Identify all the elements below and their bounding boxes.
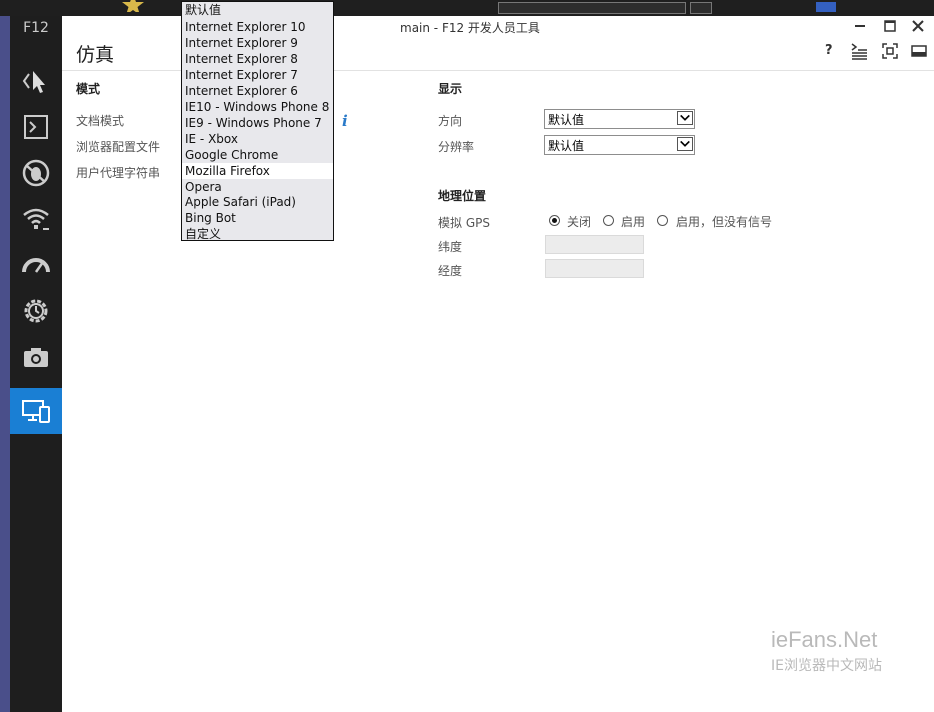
orientation-select[interactable]: 默认值 — [544, 109, 695, 129]
browser-profile-label: 浏览器配置文件 — [76, 140, 161, 154]
watermark-title: ieFans.Net — [771, 627, 878, 652]
gps-on-radio[interactable] — [603, 215, 614, 226]
gps-no-signal-label: 启用，但没有信号 — [676, 215, 773, 229]
cursor-icon — [22, 71, 45, 93]
mode-heading: 模式 — [76, 82, 101, 96]
tool-ui-responsiveness[interactable] — [10, 242, 62, 288]
ua-option-chrome[interactable]: Google Chrome — [182, 147, 333, 163]
gps-label: 模拟 GPS — [438, 216, 490, 230]
tool-console[interactable] — [10, 104, 62, 150]
user-agent-dropdown-list: 默认值 Internet Explorer 10 Internet Explor… — [181, 1, 334, 241]
watermark-subtitle: IE浏览器中文网站 — [771, 658, 882, 674]
maximize-icon[interactable] — [882, 18, 898, 34]
user-agent-label: 用户代理字符串 — [76, 166, 161, 180]
favorites-star-icon — [122, 0, 144, 12]
select-element-icon[interactable] — [881, 42, 899, 60]
f12-sidebar: F12 — [10, 16, 62, 712]
window-title: main - F12 开发人员工具 — [400, 21, 540, 35]
browser-top-strip — [0, 0, 934, 16]
gps-off-label: 关闭 — [567, 215, 592, 229]
gps-no-signal-radio[interactable] — [657, 215, 668, 226]
ua-option-ie7[interactable]: Internet Explorer 7 — [182, 67, 333, 83]
tool-network[interactable] — [10, 196, 62, 242]
help-icon[interactable]: ? — [825, 43, 843, 61]
address-go-box — [690, 2, 712, 14]
ua-option-firefox[interactable]: Mozilla Firefox — [182, 163, 333, 179]
tool-debugger[interactable] — [10, 150, 62, 196]
ua-option-ie6[interactable]: Internet Explorer 6 — [182, 83, 333, 99]
resolution-label: 分辨率 — [438, 140, 475, 154]
left-edge — [0, 16, 10, 712]
gauge-icon — [22, 258, 50, 273]
orientation-label: 方向 — [438, 114, 463, 128]
gps-on-label: 启用 — [621, 215, 646, 229]
geolocation-heading: 地理位置 — [438, 189, 487, 203]
display-heading: 显示 — [438, 82, 463, 96]
address-box — [498, 2, 686, 14]
ua-option-ie-xbox[interactable]: IE - Xbox — [182, 131, 333, 147]
ua-option-ie8[interactable]: Internet Explorer 8 — [182, 51, 333, 67]
ua-option-ie10[interactable]: Internet Explorer 10 — [182, 19, 333, 35]
info-icon[interactable]: i — [342, 112, 348, 130]
dock-icon[interactable] — [910, 42, 928, 60]
devices-icon — [22, 400, 50, 423]
close-icon[interactable] — [910, 18, 926, 34]
resolution-select[interactable]: 默认值 — [544, 135, 695, 155]
ua-option-ie9-wp7[interactable]: IE9 - Windows Phone 7 — [182, 115, 333, 131]
ua-option-ie9[interactable]: Internet Explorer 9 — [182, 35, 333, 51]
chevron-down-icon — [677, 111, 693, 125]
orientation-value: 默认值 — [548, 113, 585, 127]
ua-option-custom[interactable]: 自定义 — [182, 226, 333, 242]
resolution-value: 默认值 — [548, 139, 585, 153]
f12-label: F12 — [23, 20, 49, 36]
latitude-label: 纬度 — [438, 240, 463, 254]
chevron-down-icon — [677, 137, 693, 151]
gps-off-radio[interactable] — [549, 215, 560, 226]
ua-option-opera[interactable]: Opera — [182, 179, 333, 195]
flag-icon — [816, 2, 836, 12]
gear-clock-icon — [24, 299, 48, 323]
camera-icon — [24, 348, 48, 367]
console-icon — [24, 115, 48, 139]
wifi-icon — [23, 208, 49, 230]
tool-profiler[interactable] — [10, 334, 62, 380]
tool-emulation[interactable] — [10, 388, 62, 434]
latitude-field[interactable] — [545, 235, 644, 254]
page-title: 仿真 — [76, 44, 115, 66]
longitude-label: 经度 — [438, 264, 463, 278]
document-mode-label: 文档模式 — [76, 114, 125, 128]
ua-option-bing-bot[interactable]: Bing Bot — [182, 210, 333, 226]
tool-memory[interactable] — [10, 288, 62, 334]
ua-option-default[interactable]: 默认值 — [182, 2, 333, 18]
minimize-icon[interactable] — [852, 18, 868, 34]
tool-dom-explorer[interactable] — [10, 58, 62, 104]
bug-icon — [22, 159, 50, 187]
ua-option-ie10-wp8[interactable]: IE10 - Windows Phone 8 — [182, 99, 333, 115]
indent-icon[interactable] — [850, 42, 868, 60]
longitude-field[interactable] — [545, 259, 644, 278]
ua-option-safari-ipad[interactable]: Apple Safari (iPad) — [182, 194, 333, 210]
